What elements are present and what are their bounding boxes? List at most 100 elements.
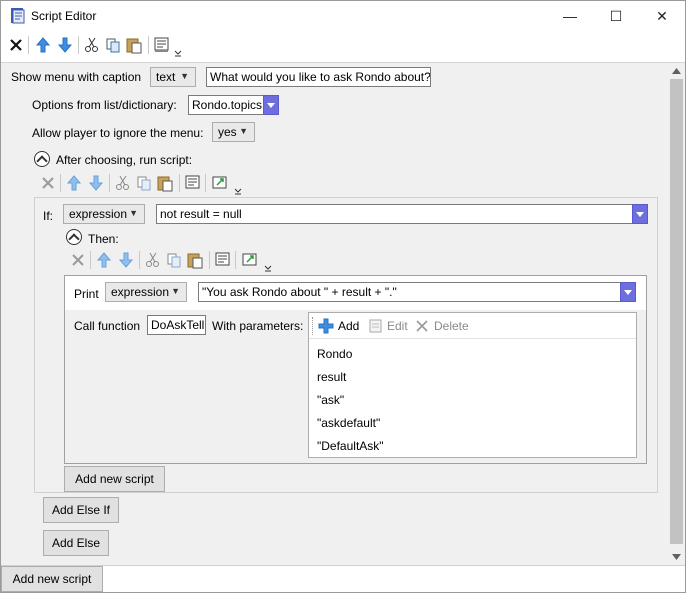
move-up-icon[interactable]: [34, 36, 52, 54]
edit-icon: [369, 319, 382, 333]
toolbar-separator: [205, 174, 206, 192]
toolbar-separator: [179, 174, 180, 192]
with-parameters-label: With parameters:: [212, 319, 304, 333]
delete-icon[interactable]: [69, 251, 87, 269]
close-icon: ✕: [656, 7, 668, 24]
collapse-icon[interactable]: [34, 151, 50, 167]
plus-icon: [318, 318, 334, 334]
cut-icon[interactable]: [144, 251, 162, 269]
toolbar-separator: [109, 174, 110, 192]
move-down-icon[interactable]: [117, 251, 135, 269]
toolbar-separator: [139, 251, 140, 269]
window-title: Script Editor: [31, 9, 97, 23]
list-item[interactable]: "DefaultAsk": [317, 439, 384, 453]
print-expression-dropdown-button[interactable]: [620, 282, 636, 302]
divider: [1, 62, 685, 63]
insert-script-icon[interactable]: [211, 174, 229, 192]
options-dropdown-button[interactable]: [263, 95, 279, 115]
paste-icon[interactable]: [125, 36, 143, 54]
if-expression-dropdown-button[interactable]: [632, 204, 648, 224]
cut-icon[interactable]: [83, 36, 101, 54]
add-else-if-button[interactable]: Add Else If: [43, 497, 119, 523]
caption-input[interactable]: What would you like to ask Rondo about?: [206, 67, 431, 87]
list-item[interactable]: "askdefault": [317, 416, 380, 430]
print-type-select[interactable]: expression ▼: [105, 282, 187, 302]
scroll-down-icon[interactable]: [672, 554, 681, 560]
options-input[interactable]: Rondo.topics: [188, 95, 264, 115]
then-label: Then:: [88, 232, 119, 246]
overflow-chevron-icon[interactable]: [263, 256, 273, 274]
delete-icon: [416, 320, 428, 332]
function-name-input[interactable]: DoAskTell: [147, 315, 206, 335]
bottom-bar: [1, 565, 685, 592]
toolbar-separator: [209, 251, 210, 269]
script-icon[interactable]: [184, 174, 202, 192]
toolbar-separator: [78, 36, 79, 54]
move-down-icon[interactable]: [56, 36, 74, 54]
scrollbar-thumb[interactable]: [670, 79, 683, 544]
allow-ignore-label: Allow player to ignore the menu:: [32, 126, 204, 140]
delete-icon[interactable]: [7, 36, 25, 54]
then-toolbar: [67, 250, 277, 272]
app-icon: [11, 8, 25, 24]
minimize-button[interactable]: —: [547, 1, 593, 31]
maximize-button[interactable]: ☐: [593, 1, 639, 31]
add-new-script-inner-button[interactable]: Add new script: [64, 466, 165, 492]
toolbar-separator: [60, 174, 61, 192]
script-editor-window: Script Editor — ☐ ✕ Show menu with capti…: [0, 0, 686, 593]
close-button[interactable]: ✕: [639, 1, 685, 31]
print-label: Print: [74, 287, 99, 301]
collapse-icon[interactable]: [66, 229, 82, 245]
move-up-icon[interactable]: [65, 174, 83, 192]
edit-label: Edit: [387, 319, 408, 333]
allow-ignore-select[interactable]: yes ▼: [212, 122, 255, 142]
toolbar-separator: [148, 36, 149, 54]
add-else-button[interactable]: Add Else: [43, 530, 109, 556]
scroll-up-icon[interactable]: [672, 68, 681, 74]
add-label: Add: [338, 319, 360, 333]
maximize-icon: ☐: [609, 7, 623, 24]
delete-icon[interactable]: [39, 174, 57, 192]
add-parameter-button[interactable]: Add: [318, 316, 366, 336]
show-menu-label: Show menu with caption: [11, 70, 142, 84]
if-label: If:: [43, 209, 54, 223]
copy-icon[interactable]: [135, 174, 153, 192]
overflow-chevron-icon[interactable]: [173, 41, 183, 59]
toolbar-separator: [90, 251, 91, 269]
parameters-toolbar: Add Edit Delete: [309, 313, 636, 339]
minimize-icon: —: [563, 8, 577, 24]
call-function-label: Call function: [74, 319, 141, 333]
paste-icon[interactable]: [186, 251, 204, 269]
script-icon[interactable]: [153, 36, 171, 54]
edit-parameter-button[interactable]: Edit: [368, 316, 412, 336]
main-toolbar: [1, 31, 685, 61]
add-new-script-bottom-button[interactable]: Add new script: [1, 566, 103, 592]
print-expression-input[interactable]: "You ask Rondo about " + result + ".": [198, 282, 621, 302]
toolbar-grip: [312, 317, 314, 335]
toolbar-separator: [28, 36, 29, 54]
options-label: Options from list/dictionary:: [32, 98, 177, 112]
move-down-icon[interactable]: [87, 174, 105, 192]
list-item[interactable]: Rondo: [317, 347, 352, 361]
script-icon[interactable]: [214, 251, 232, 269]
overflow-chevron-icon[interactable]: [233, 179, 243, 197]
cut-icon[interactable]: [114, 174, 132, 192]
title-bar: Script Editor — ☐ ✕: [1, 1, 685, 31]
after-choosing-label: After choosing, run script:: [56, 153, 193, 167]
delete-parameter-button[interactable]: Delete: [415, 316, 471, 336]
if-type-select[interactable]: expression ▼: [63, 204, 145, 224]
vertical-scrollbar[interactable]: [668, 63, 685, 565]
copy-icon[interactable]: [165, 251, 183, 269]
toolbar-separator: [235, 251, 236, 269]
move-up-icon[interactable]: [95, 251, 113, 269]
list-item[interactable]: "ask": [317, 393, 344, 407]
paste-icon[interactable]: [156, 174, 174, 192]
caption-type-select[interactable]: text ▼: [150, 67, 196, 87]
if-expression-input[interactable]: not result = null: [156, 204, 633, 224]
after-choosing-toolbar: [35, 173, 245, 195]
delete-label: Delete: [434, 319, 469, 333]
insert-script-icon[interactable]: [241, 251, 259, 269]
list-item[interactable]: result: [317, 370, 346, 384]
copy-icon[interactable]: [104, 36, 122, 54]
parameters-list: Add Edit Delete Rondo result "ask" "askd…: [308, 312, 637, 458]
